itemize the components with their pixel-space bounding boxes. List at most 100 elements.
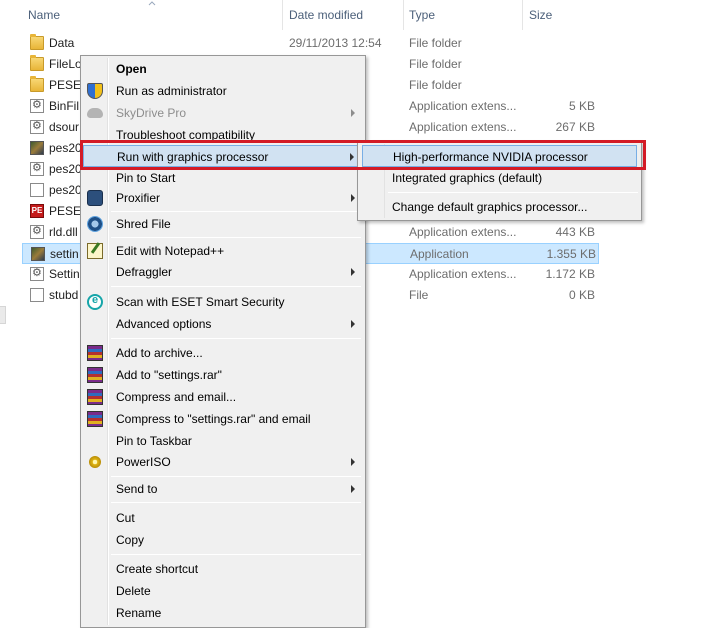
menu-separator (111, 554, 361, 555)
menu-item-skydrive-pro[interactable]: SkyDrive Pro (83, 102, 363, 124)
menu-item-label: Rename (116, 606, 162, 620)
menu-item-label: Defraggler (116, 265, 173, 279)
submenu-arrow-icon (350, 153, 354, 161)
column-header-date-label: Date modified (289, 8, 364, 22)
gear-file-icon (30, 98, 44, 113)
shred-icon (87, 216, 103, 232)
graphics-processor-submenu: High-performance NVIDIA processor Integr… (357, 141, 642, 221)
folder-icon (30, 34, 44, 50)
winrar-icon (87, 367, 103, 383)
menu-separator (388, 192, 638, 193)
menu-separator (111, 476, 361, 477)
file-date: 29/11/2013 12:54 (289, 36, 382, 50)
submenu-arrow-icon (351, 485, 355, 493)
gear-file-icon (30, 161, 44, 176)
file-size: 1.172 KB (545, 267, 595, 281)
folder-icon (30, 76, 44, 92)
menu-item-edit-notepad[interactable]: Edit with Notepad++ (83, 240, 363, 262)
menu-separator (111, 211, 361, 212)
file-type: Application extens... (409, 267, 517, 281)
menu-item-label: SkyDrive Pro (116, 106, 187, 120)
menu-item-label: Cut (116, 511, 135, 525)
file-type: Application extens... (409, 225, 517, 239)
menu-item-compress-email[interactable]: Compress and email... (83, 386, 363, 408)
gear-file-icon (30, 224, 44, 239)
menu-item-pin-to-taskbar[interactable]: Pin to Taskbar (83, 430, 363, 452)
submenu-item-label: Change default graphics processor... (392, 200, 588, 214)
menu-item-pin-to-start[interactable]: Pin to Start (83, 167, 363, 189)
file-size: 0 KB (568, 288, 595, 302)
winrar-icon (87, 411, 103, 427)
menu-item-label: PowerISO (116, 455, 171, 469)
folder-icon (30, 55, 44, 71)
winrar-icon (87, 345, 103, 361)
menu-item-run-with-gpu[interactable]: Run with graphics processor (83, 145, 363, 167)
menu-item-label: Edit with Notepad++ (116, 244, 225, 258)
eset-icon (87, 294, 103, 310)
submenu-arrow-icon (351, 268, 355, 276)
file-type: Application (410, 247, 469, 261)
menu-item-poweriso[interactable]: PowerISO (83, 451, 363, 473)
menu-item-delete[interactable]: Delete (83, 580, 363, 602)
menu-item-label: Delete (116, 584, 151, 598)
poweriso-icon (89, 456, 101, 468)
sort-ascending-icon (148, 1, 156, 6)
document-icon (30, 288, 44, 302)
menu-item-label: Copy (116, 533, 145, 547)
menu-item-label: Open (116, 62, 147, 76)
file-size: 443 KB (555, 225, 595, 239)
submenu-arrow-icon (351, 109, 355, 117)
settings-app-icon (31, 247, 45, 261)
pes-app-icon: PE (30, 204, 44, 218)
menu-item-create-shortcut[interactable]: Create shortcut (83, 558, 363, 580)
menu-separator (111, 338, 361, 339)
menu-item-add-to-archive[interactable]: Add to archive... (83, 342, 363, 364)
menu-item-troubleshoot[interactable]: Troubleshoot compatibility (83, 124, 363, 146)
menu-item-proxifier[interactable]: Proxifier (83, 187, 363, 209)
file-type: File folder (409, 36, 462, 50)
document-icon (30, 183, 44, 197)
menu-item-open[interactable]: Open (83, 58, 363, 80)
menu-item-add-to-settings-rar[interactable]: Add to "settings.rar" (83, 364, 363, 386)
menu-item-shred-file[interactable]: Shred File (83, 213, 363, 235)
column-header-date[interactable]: Date modified (283, 0, 401, 30)
context-menu: Open Run as administrator SkyDrive Pro T… (80, 55, 366, 628)
file-row-data[interactable]: Data 29/11/2013 12:54 File folder (22, 33, 599, 54)
file-type: Application extens... (409, 120, 517, 134)
file-type: File folder (409, 78, 462, 92)
menu-item-label: Run as administrator (116, 84, 227, 98)
menu-item-advanced-options[interactable]: Advanced options (83, 313, 363, 335)
menu-item-label: Compress and email... (116, 390, 237, 404)
navigation-pane-edge[interactable] (0, 306, 6, 324)
menu-item-defraggler[interactable]: Defraggler (83, 261, 363, 283)
menu-item-copy[interactable]: Copy (83, 529, 363, 551)
menu-item-scan-eset[interactable]: Scan with ESET Smart Security (83, 291, 363, 313)
menu-item-compress-settings-email[interactable]: Compress to "settings.rar" and email (83, 408, 363, 430)
submenu-item-integrated[interactable]: Integrated graphics (default) (362, 167, 637, 189)
menu-item-cut[interactable]: Cut (83, 507, 363, 529)
menu-item-label: Run with graphics processor (117, 150, 269, 164)
menu-separator (111, 286, 361, 287)
column-header-type[interactable]: Type (403, 0, 521, 30)
menu-item-send-to[interactable]: Send to (83, 478, 363, 500)
menu-item-label: Add to "settings.rar" (116, 368, 222, 382)
menu-item-label: Pin to Start (116, 171, 176, 185)
menu-item-label: Add to archive... (116, 346, 203, 360)
column-header-size[interactable]: Size (523, 0, 603, 30)
cloud-icon (87, 108, 103, 118)
menu-item-run-as-admin[interactable]: Run as administrator (83, 80, 363, 102)
proxifier-icon (87, 190, 103, 206)
file-type: File (409, 288, 429, 302)
menu-item-rename[interactable]: Rename (83, 602, 363, 624)
menu-separator (111, 502, 361, 503)
image-file-icon (30, 141, 44, 155)
submenu-item-change-default[interactable]: Change default graphics processor... (362, 196, 637, 218)
submenu-item-high-performance[interactable]: High-performance NVIDIA processor (362, 145, 637, 167)
column-header-size-label: Size (529, 8, 553, 22)
uac-shield-icon (87, 83, 103, 99)
gear-file-icon (30, 266, 44, 281)
menu-item-label: Troubleshoot compatibility (116, 128, 255, 142)
file-name: Data (49, 36, 75, 50)
submenu-item-label: Integrated graphics (default) (392, 171, 543, 185)
submenu-arrow-icon (351, 320, 355, 328)
